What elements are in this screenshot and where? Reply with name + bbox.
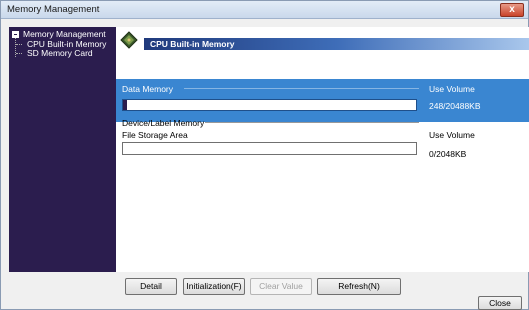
memory-detail-panel: CPU Built-in Memory Data Memory Use Volu… (116, 27, 529, 272)
detail-button[interactable]: Detail (125, 278, 177, 295)
panel-header: CPU Built-in Memory (116, 27, 529, 57)
memory-management-window: Memory Management x Memory Management CP… (0, 0, 529, 310)
device-label-memory-title: Device/Label Memory (122, 118, 205, 128)
data-memory-section: Data Memory Use Volume 248/20488KB (116, 79, 529, 122)
data-memory-usage-bar (122, 99, 417, 111)
refresh-button[interactable]: Refresh(N) (317, 278, 401, 295)
section-divider (184, 88, 419, 89)
tree-root-memory-management[interactable]: Memory Management (12, 29, 106, 39)
file-storage-area-label: File Storage Area (122, 130, 188, 140)
file-storage-use-volume-value: 0/2048KB (429, 149, 467, 159)
tree-item-sd-memory-card[interactable]: SD Memory Card (16, 48, 93, 58)
window-close-button[interactable]: x (500, 3, 524, 17)
data-memory-usage-fill (123, 100, 127, 110)
header-bar: CPU Built-in Memory (144, 38, 529, 50)
panel-title: CPU Built-in Memory (150, 39, 235, 49)
section-divider (205, 122, 419, 123)
initialization-button[interactable]: Initialization(F) (183, 278, 245, 295)
data-memory-label: Data Memory (122, 84, 174, 94)
file-storage-usage-bar (122, 142, 417, 155)
cpu-chip-icon (120, 31, 138, 49)
data-memory-use-volume-label: Use Volume (429, 84, 475, 94)
tree-root-label: Memory Management (23, 29, 106, 39)
window-title: Memory Management (7, 4, 100, 15)
clear-value-button[interactable]: Clear Value (250, 278, 312, 295)
data-memory-use-volume-value: 248/20488KB (429, 101, 481, 111)
collapse-toggle-icon[interactable] (12, 30, 19, 38)
memory-tree: Memory Management CPU Built-in Memory SD… (9, 27, 116, 272)
close-button[interactable]: Close (478, 296, 522, 310)
file-storage-use-volume-label: Use Volume (429, 130, 475, 140)
title-bar[interactable]: Memory Management x (1, 1, 528, 19)
